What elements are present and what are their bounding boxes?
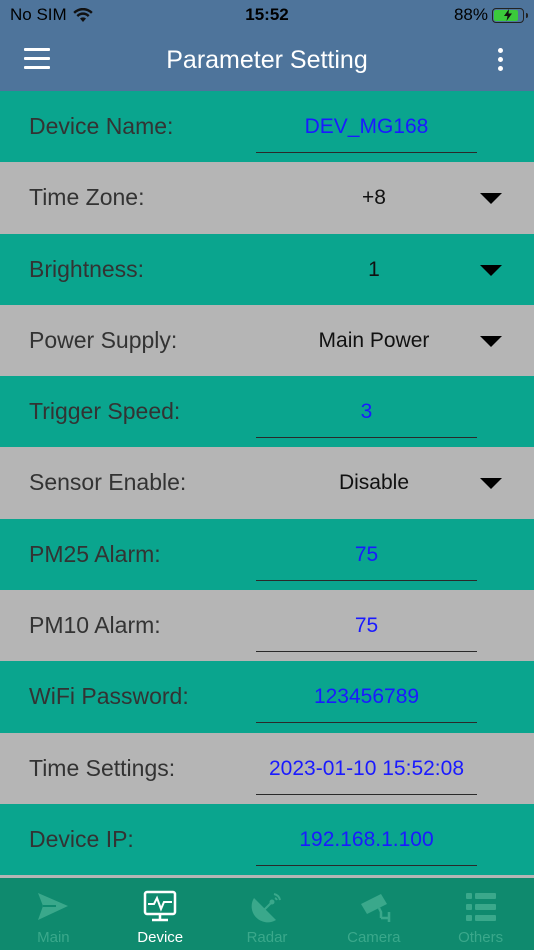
tab-label: Main xyxy=(37,929,70,946)
setting-row-time-zone: Time Zone: +8 xyxy=(0,162,534,234)
setting-label: Device Name: xyxy=(29,113,174,139)
tab-label: Device xyxy=(137,929,184,946)
setting-label: WiFi Password: xyxy=(29,683,189,710)
tab-others[interactable]: Others xyxy=(427,878,534,950)
battery-indicator: 88% xyxy=(453,5,528,25)
device-ip-input[interactable]: 192.168.1.100 xyxy=(256,820,477,866)
page-title: Parameter Setting xyxy=(166,46,368,74)
device-name-input[interactable]: DEV_MG168 xyxy=(256,107,477,153)
power-supply-select[interactable]: Main Power xyxy=(256,305,492,376)
cctv-camera-icon xyxy=(360,894,391,922)
pm25-alarm-input[interactable]: 75 xyxy=(256,535,477,581)
battery-percent: 88% xyxy=(453,5,488,24)
monitor-pulse-icon xyxy=(143,890,177,922)
wifi-password-input[interactable]: 123456789 xyxy=(256,677,477,724)
more-vertical-icon[interactable] xyxy=(496,48,504,74)
setting-label: Time Settings: xyxy=(29,754,176,781)
chevron-down-icon[interactable] xyxy=(480,478,502,490)
satellite-dish-icon xyxy=(251,893,281,923)
pm10-alarm-input[interactable]: 75 xyxy=(256,606,477,653)
tab-label: Radar xyxy=(246,929,288,946)
time-settings-input[interactable]: 2023-01-10 15:52:08 xyxy=(256,749,477,795)
trigger-speed-input[interactable]: 3 xyxy=(256,392,477,439)
status-bar: No SIM 15:52 88% xyxy=(0,0,534,30)
setting-row-device-ip: Device IP: 192.168.1.100 xyxy=(0,803,534,876)
brightness-select[interactable]: 1 xyxy=(256,234,492,305)
settings-list: Device Name: DEV_MG168 Time Zone: +8 Bri… xyxy=(0,91,534,947)
setting-label: Brightness: xyxy=(29,255,145,282)
setting-row-power-supply: Power Supply: Main Power xyxy=(0,304,534,377)
setting-row-wifi-password: WiFi Password: 123456789 xyxy=(0,661,534,733)
setting-label: PM10 Alarm: xyxy=(29,612,161,639)
setting-label: Time Zone: xyxy=(29,184,145,211)
list-icon xyxy=(465,893,496,921)
app-header: Parameter Setting xyxy=(0,30,534,91)
time-zone-select[interactable]: +8 xyxy=(256,162,492,233)
chevron-down-icon[interactable] xyxy=(480,193,502,205)
setting-label: Sensor Enable: xyxy=(29,469,187,496)
chevron-down-icon[interactable] xyxy=(480,264,502,276)
setting-label: Device IP: xyxy=(29,825,134,852)
charging-bolt-icon xyxy=(504,9,512,21)
setting-row-sensor-enable: Sensor Enable: Disable xyxy=(0,447,534,519)
tab-label: Others xyxy=(458,929,504,946)
setting-row-brightness: Brightness: 1 xyxy=(0,233,534,305)
send-icon xyxy=(38,893,69,920)
tab-camera[interactable]: Camera xyxy=(320,878,427,950)
setting-row-trigger-speed: Trigger Speed: 3 xyxy=(0,376,534,448)
setting-row-pm25-alarm: PM25 Alarm: 75 xyxy=(0,518,534,591)
tab-label: Camera xyxy=(347,929,401,946)
setting-label: Power Supply: xyxy=(29,326,178,353)
setting-row-device-name: Device Name: DEV_MG168 xyxy=(0,91,534,163)
setting-row-pm10-alarm: PM10 Alarm: 75 xyxy=(0,590,534,662)
sensor-enable-select[interactable]: Disable xyxy=(256,447,492,518)
battery-icon xyxy=(492,7,528,23)
setting-label: PM25 Alarm: xyxy=(29,540,161,567)
setting-label: Trigger Speed: xyxy=(29,398,181,425)
setting-row-time-settings: Time Settings: 2023-01-10 15:52:08 xyxy=(0,732,534,804)
tab-device[interactable]: Device xyxy=(107,878,214,950)
bottom-tab-bar: Main Device Radar Camera Others xyxy=(0,878,534,950)
tab-radar[interactable]: Radar xyxy=(214,878,321,950)
tab-main[interactable]: Main xyxy=(0,878,107,950)
chevron-down-icon[interactable] xyxy=(480,335,502,347)
